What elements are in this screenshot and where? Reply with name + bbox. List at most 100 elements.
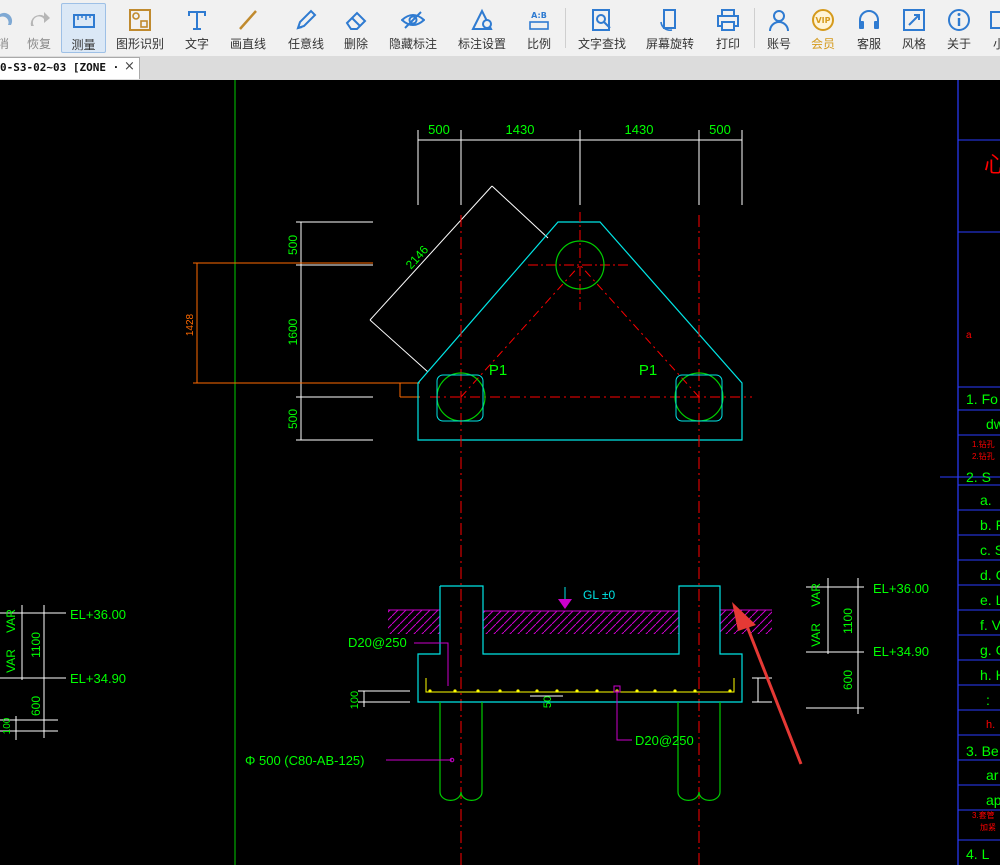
notes-panel: 心 a 1. Fo dw 1.钻孔 2.钻孔 2. S a. b. F c. S… (940, 80, 1000, 865)
notes-mark: a (966, 330, 972, 341)
toolbar-separator (565, 8, 566, 48)
section-view: GL ±0 D20@250 D20@250 Φ 500 (C80-AB-125)… (245, 585, 772, 801)
right-el-top: EL+36.00 (873, 581, 929, 596)
plan-dim-top-2: 1430 (506, 122, 535, 137)
text-search-label: 文字查找 (577, 37, 626, 51)
user-icon (769, 10, 789, 32)
tab-title: 0-S3-02~03 [ZONE · (0, 61, 120, 74)
annotation-settings-label: 标注设置 (457, 37, 506, 51)
rotate-icon (660, 9, 676, 32)
print-label: 打印 (715, 37, 740, 51)
undo-button[interactable]: 消 (0, 3, 20, 53)
hide-annotation-label: 隐藏标注 (388, 37, 437, 51)
annotation-settings-button[interactable]: 标注设置 (454, 3, 510, 53)
note-red: 3.套管 (972, 810, 995, 820)
note-line: 4. L (966, 846, 990, 862)
about-label: 关于 (946, 37, 971, 51)
note-line: g. C (980, 642, 1000, 658)
svg-text:VIP: VIP (815, 16, 830, 25)
rebar-bottom-label: D20@250 (635, 733, 694, 748)
pen-icon (296, 9, 317, 30)
about-button[interactable]: 关于 (941, 3, 977, 53)
minimize-label: 小 (992, 37, 1000, 51)
undo-label: 消 (0, 37, 9, 51)
note-line: f. V (980, 617, 1000, 633)
pile-label-1: P1 (489, 362, 507, 379)
eraser-icon (345, 11, 367, 30)
service-button[interactable]: 客服 (851, 3, 887, 53)
measure-button[interactable]: 测量 (61, 3, 106, 53)
headset-icon (859, 10, 879, 29)
tab-bar: 0-S3-02~03 [ZONE · × (0, 56, 1000, 81)
undo-icon (0, 12, 13, 25)
left-var-1: VAR (4, 649, 18, 673)
minimize-icon (990, 11, 1000, 29)
right-elevation-detail: VAR VAR 1100 600 EL+36.00 EL+34.90 (806, 578, 929, 714)
note-line: ap (986, 792, 1000, 808)
line-label: 画直线 (229, 37, 266, 51)
right-el-bottom: EL+34.90 (873, 644, 929, 659)
plan-dim-left-2: 1600 (286, 318, 300, 345)
plan-dim-overall: 1428 (185, 313, 196, 336)
note-line: d. C (980, 567, 1000, 583)
freehand-button[interactable]: 任意线 (284, 3, 328, 53)
plan-dim-top-1: 500 (428, 122, 450, 137)
plan-dim-top-4: 500 (709, 122, 731, 137)
text-search-button[interactable]: 文字查找 (574, 3, 630, 53)
shape-recognition-button[interactable]: 图形识别 (112, 3, 168, 53)
minimize-button[interactable]: 小 (984, 3, 1000, 53)
note-line: dw (986, 416, 1000, 432)
delete-button[interactable]: 删除 (338, 3, 374, 53)
right-var-1: VAR (809, 623, 823, 647)
delete-label: 删除 (343, 37, 368, 51)
left-dim-100: 100 (2, 717, 13, 734)
text-label: 文字 (184, 37, 209, 51)
pile-label-2: P1 (639, 362, 657, 379)
vip-label: 会员 (810, 37, 835, 51)
style-button[interactable]: 风格 (896, 3, 932, 53)
plan-dim-left-1: 500 (286, 235, 300, 255)
note-red: 加紧 (980, 822, 996, 832)
screen-rotate-button[interactable]: 屏幕旋转 (642, 3, 698, 53)
toolbar-separator (754, 8, 755, 48)
plan-dim-top-3: 1430 (625, 122, 654, 137)
left-dim-1100: 1100 (29, 632, 43, 658)
section-dim-100: 100 (349, 691, 361, 709)
left-el-top: EL+36.00 (70, 607, 126, 622)
note-line: 1. Fo (966, 391, 998, 407)
shape-recognition-label: 图形识别 (115, 37, 164, 51)
info-icon (948, 9, 970, 31)
redo-label: 恢复 (26, 37, 51, 51)
note-line: : (986, 692, 990, 708)
shape-recognition-icon (129, 9, 151, 31)
note-line: a. (980, 492, 992, 508)
vip-icon: VIP (812, 9, 834, 31)
toolbar: 消 恢复 测量 图形识别 文字 画直线 任意线 删除 隐藏标注 标注设置 A:B… (0, 0, 1000, 57)
vip-button[interactable]: VIP 会员 (805, 3, 841, 53)
printer-icon (717, 9, 739, 31)
note-line: 2. S (966, 469, 991, 485)
print-button[interactable]: 打印 (711, 3, 745, 53)
note-line: 3. Be (966, 743, 999, 759)
scale-button[interactable]: A:B 比例 (521, 3, 557, 53)
account-button[interactable]: 账号 (761, 3, 797, 53)
note-line: h. H (980, 667, 1000, 683)
close-icon[interactable]: × (124, 59, 135, 74)
redo-icon (30, 12, 50, 26)
redo-button[interactable]: 恢复 (22, 3, 56, 53)
section-dim-50: 50 (542, 696, 554, 708)
line-button[interactable]: 画直线 (226, 3, 270, 53)
ruler-icon (72, 14, 95, 28)
right-var-2: VAR (809, 583, 823, 607)
note-red: 2.钻孔 (972, 451, 995, 461)
freehand-label: 任意线 (287, 37, 324, 51)
note-red: 1.钻孔 (972, 439, 995, 449)
tab-drawing[interactable]: 0-S3-02~03 [ZONE · × (0, 57, 140, 79)
drawing-canvas[interactable]: 500 1430 1430 500 500 1600 500 1428 2146 (0, 80, 1000, 865)
text-icon (188, 11, 206, 30)
text-button[interactable]: 文字 (178, 3, 216, 53)
pile-spec-label: Φ 500 (C80-AB-125) (245, 753, 364, 768)
hide-annotation-button[interactable]: 隐藏标注 (385, 3, 441, 53)
note-line: b. F (980, 517, 1000, 533)
rebar-top-label: D20@250 (348, 635, 407, 650)
